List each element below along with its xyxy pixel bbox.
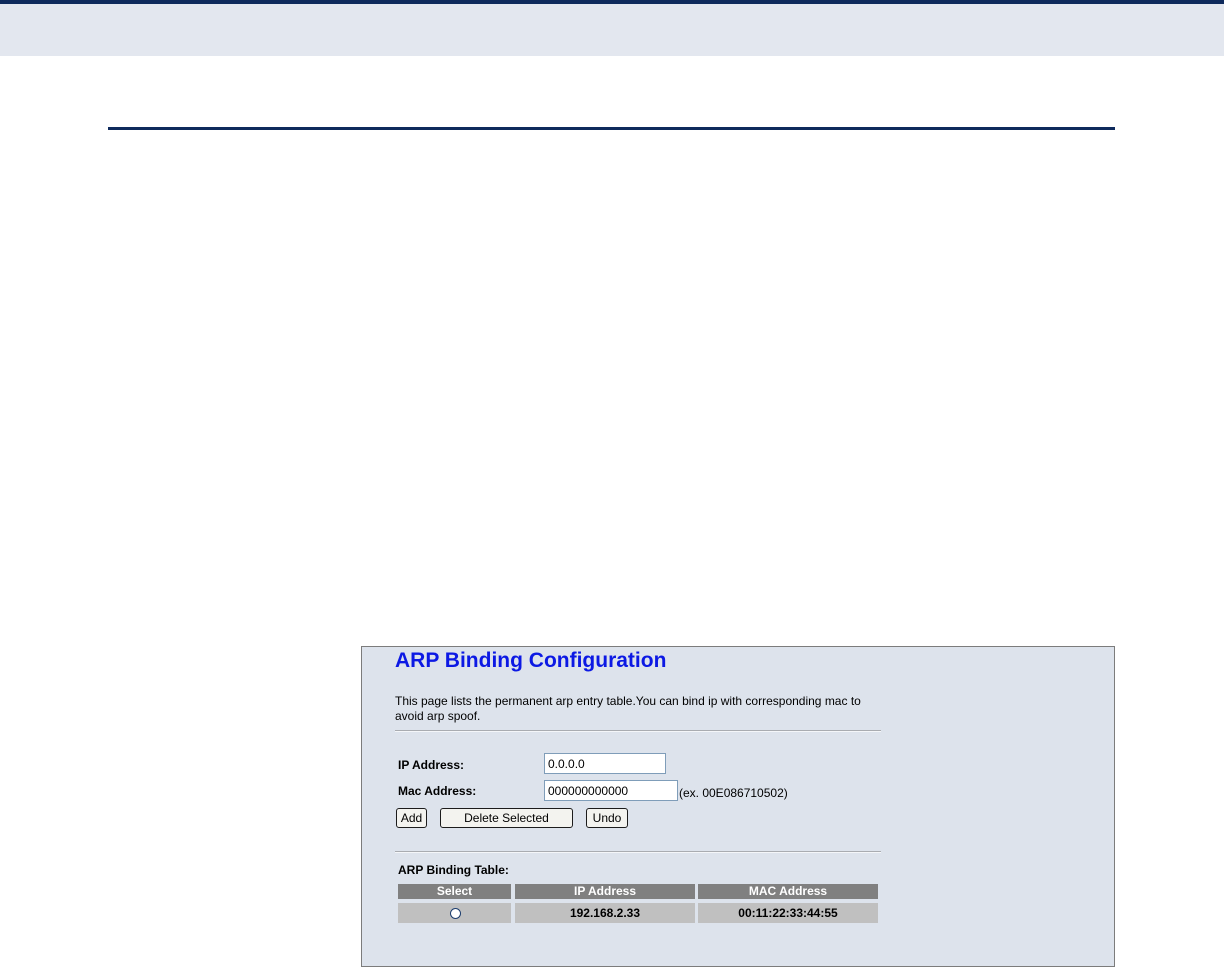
column-header-ip-address: IP Address	[515, 884, 695, 899]
divider	[395, 851, 881, 853]
row-select-radio[interactable]	[450, 908, 461, 919]
page-title: ARP Binding Configuration	[395, 649, 667, 672]
page-description: This page lists the permanent arp entry …	[395, 694, 861, 723]
ip-address-label: IP Address:	[398, 758, 465, 772]
table-row-ip-cell: 192.168.2.33	[515, 903, 695, 923]
ip-address-input[interactable]	[544, 753, 666, 774]
divider	[395, 730, 881, 732]
table-row-mac-cell: 00:11:22:33:44:55	[698, 903, 878, 923]
mac-address-label: Mac Address:	[398, 784, 477, 798]
undo-button[interactable]: Undo	[586, 808, 628, 828]
arp-binding-screenshot: ARP Binding Configuration This page list…	[361, 646, 1115, 967]
column-header-select: Select	[398, 884, 511, 899]
mac-address-hint: (ex. 00E086710502)	[679, 786, 788, 800]
document-header-band	[0, 0, 1224, 56]
mac-address-input[interactable]	[544, 780, 678, 801]
document-divider	[108, 127, 1115, 130]
add-button[interactable]: Add	[396, 808, 427, 828]
column-header-mac-address: MAC Address	[698, 884, 878, 899]
binding-table-title: ARP Binding Table:	[398, 863, 509, 877]
delete-selected-button[interactable]: Delete Selected	[440, 808, 573, 828]
